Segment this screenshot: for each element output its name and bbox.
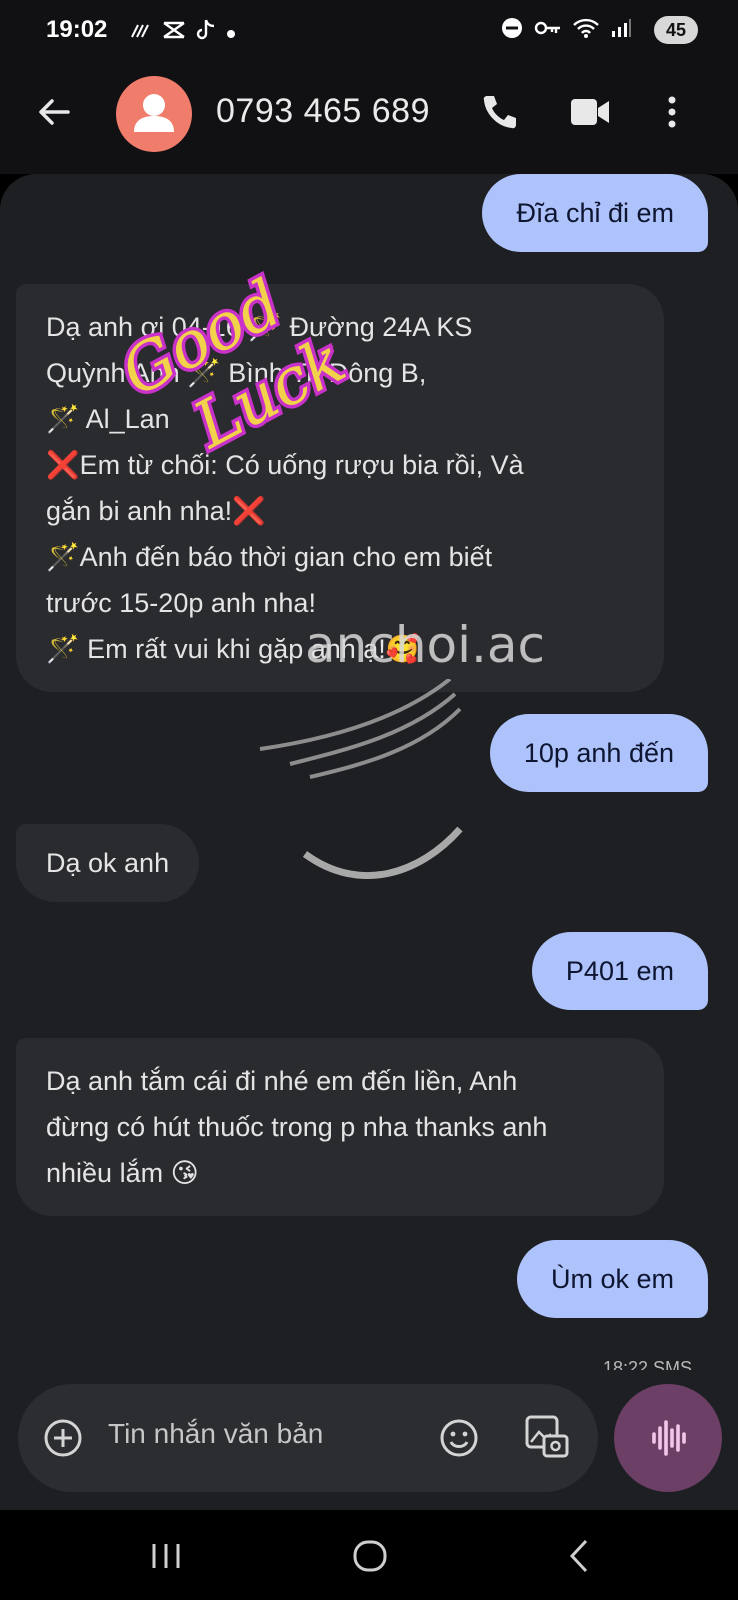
system-nav-bar [0,1510,738,1600]
gallery-icon[interactable] [524,1414,570,1460]
watermark-logo [259,679,463,879]
signal-icon [610,17,632,45]
message-line: Dạ anh ơi 04-16 🪄 Đường 24A KS [46,312,473,342]
message-line: Dạ anh tắm cái đi nhé em đến liền, Anh [46,1066,518,1096]
status-time: 19:02 [46,16,108,43]
message-line: nhiều lắm 😘 [46,1158,199,1188]
key-icon [534,18,562,44]
message-outgoing[interactable]: Ùm ok em [516,1240,708,1318]
message-outgoing[interactable]: Đĩa chỉ đi em [482,174,708,252]
add-icon[interactable] [42,1417,84,1459]
dnd-icon [500,16,524,46]
message-line: 🪄 Al_Lan [46,404,170,434]
voice-icon[interactable] [614,1384,722,1492]
avatar-icon[interactable] [116,76,192,152]
message-incoming[interactable]: Dạ anh tắm cái đi nhé em đến liền, Anh đ… [16,1038,664,1216]
message-line: đừng có hút thuốc trong p nha thanks anh [46,1112,548,1142]
tiktok-icon [196,18,216,48]
app-bar: 0793 465 689 [0,62,738,174]
message-outgoing[interactable]: P401 em [531,932,708,1010]
message-incoming[interactable]: Dạ ok anh [16,824,200,902]
status-bar: 19:02 45 [0,0,738,62]
message-line: Quỳnh Anh 🪄 Bình Trị Đông B, [46,358,427,388]
message-line: 🪄Anh đến báo thời gian cho em biết [46,542,493,572]
message-line: gắn bi anh nha!❌ [46,496,266,526]
message-placeholder[interactable]: Tin nhắn văn bản [108,1418,323,1450]
emoji-icon[interactable] [438,1417,480,1459]
dot-icon [226,22,236,45]
video-icon[interactable] [568,90,612,134]
composer: Tin nhắn văn bản [0,1370,738,1510]
back-icon[interactable] [558,1534,602,1578]
more-vert-icon[interactable] [662,90,682,134]
sound-off-icon [130,22,152,45]
message-timestamp: 18:22 SMS [602,1358,692,1370]
status-icons-left [130,18,236,48]
battery-indicator: 45 [654,16,698,44]
watermark-text: anchoi.ac [305,616,546,674]
message-line: ❌Em từ chối: Có uống rượu bia rồi, Và [46,450,524,480]
capcut-icon [162,20,186,46]
home-icon[interactable] [348,1534,392,1578]
wifi-icon [572,17,600,45]
message-input[interactable]: Tin nhắn văn bản [18,1384,598,1492]
message-list[interactable]: Đĩa chỉ đi em Dạ anh ơi 04-16 🪄 Đường 24… [0,174,738,1370]
phone-icon[interactable] [478,90,522,134]
recent-apps-icon[interactable] [144,1534,188,1578]
contact-name[interactable]: 0793 465 689 [216,92,430,131]
back-arrow-icon[interactable] [34,92,74,132]
